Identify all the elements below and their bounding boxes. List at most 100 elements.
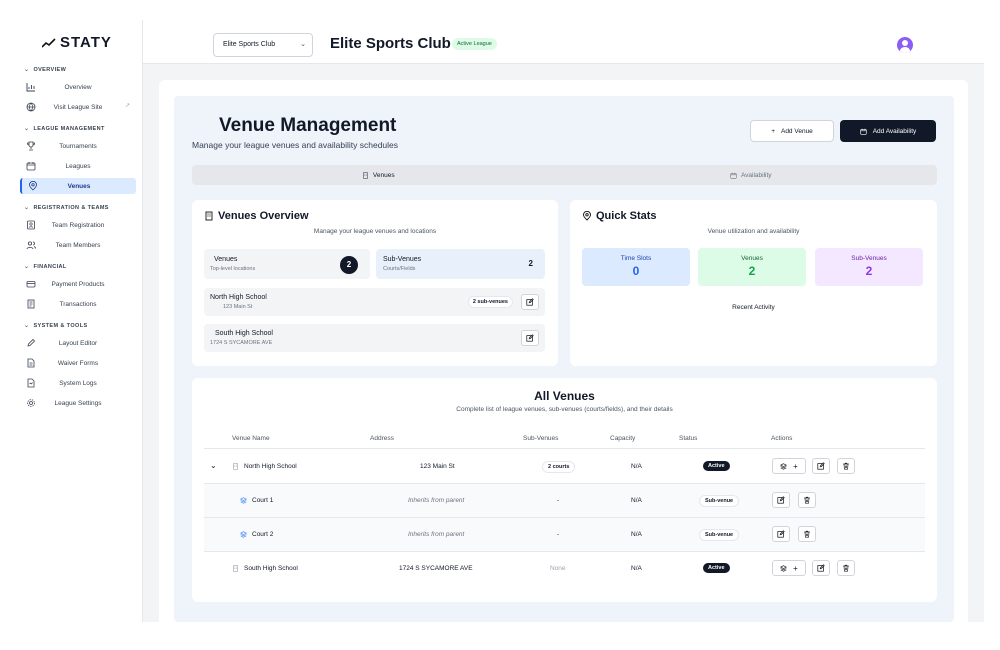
edit-button[interactable] bbox=[812, 560, 830, 576]
topbar: Elite Sports Club ⌄ Elite Sports Club Ac… bbox=[143, 20, 984, 64]
layers-icon bbox=[780, 462, 788, 470]
add-venue-button[interactable]: + Add Venue bbox=[750, 120, 834, 142]
venues-overview-card: Venues Overview Manage your league venue… bbox=[192, 200, 558, 366]
time-slots-stat: Time Slots 0 bbox=[582, 248, 690, 286]
edit-button[interactable] bbox=[521, 330, 539, 346]
expand-chevron-icon[interactable]: ⌄ bbox=[210, 461, 217, 470]
calendar-icon bbox=[860, 128, 867, 135]
page-subtitle: Manage your league venues and availabili… bbox=[192, 140, 399, 150]
status-badge: Active bbox=[703, 461, 730, 471]
chevron-down-icon: ⌄ bbox=[24, 205, 30, 211]
venues-overview-title: Venues Overview bbox=[204, 210, 309, 222]
list-item: North High School 123 Main St 2 sub-venu… bbox=[204, 288, 545, 316]
trash-icon bbox=[843, 462, 849, 470]
sidebar-item-payment-products[interactable]: Payment Products bbox=[20, 276, 136, 292]
table-row: South High School 1724 S SYCAMORE AVE No… bbox=[204, 552, 925, 586]
avatar-body bbox=[900, 47, 910, 53]
sidebar-item-leagues[interactable]: Leagues bbox=[20, 158, 136, 174]
section-system-tools[interactable]: ⌄ SYSTEM & TOOLS bbox=[24, 322, 88, 330]
map-pin-icon bbox=[583, 211, 591, 221]
sidebar: STATY ⌄ OVERVIEW Overview Visit League Si… bbox=[16, 20, 143, 622]
edit-button[interactable] bbox=[772, 492, 790, 508]
add-subvenue-button[interactable]: + bbox=[772, 458, 806, 474]
tab-venues[interactable]: Venues bbox=[192, 165, 565, 185]
avatar[interactable] bbox=[897, 37, 913, 53]
add-subvenue-button[interactable]: + bbox=[772, 560, 806, 576]
quick-stats-subtitle: Venue utilization and availability bbox=[707, 228, 800, 235]
layers-icon bbox=[240, 497, 247, 504]
sidebar-item-team-members[interactable]: Team Members bbox=[20, 237, 136, 253]
status-badge: Active bbox=[703, 563, 730, 573]
status-badge: Sub-venue bbox=[699, 529, 740, 541]
column-header: Sub-Venues bbox=[523, 435, 559, 442]
quick-stats-card: Quick Stats Venue utilization and availa… bbox=[570, 200, 937, 366]
edit-button[interactable] bbox=[812, 458, 830, 474]
sidebar-item-visit-site[interactable]: Visit League Site ↗ bbox=[20, 99, 136, 115]
chevron-down-icon: ⌄ bbox=[24, 67, 30, 73]
venues-count: 2 bbox=[340, 256, 358, 274]
section-registration[interactable]: ⌄ REGISTRATION & TEAMS bbox=[24, 204, 109, 212]
subvenues-count-box: Sub-Venues Courts/Fields 2 bbox=[376, 249, 545, 279]
page-title: Venue Management bbox=[219, 115, 397, 136]
column-header: Address bbox=[370, 435, 394, 442]
chevron-down-icon: ⌄ bbox=[24, 264, 30, 270]
edit-button[interactable] bbox=[521, 294, 539, 310]
recent-activity-heading: Recent Activity bbox=[732, 304, 775, 311]
logo-trend-icon bbox=[42, 37, 56, 48]
section-financial[interactable]: ⌄ FINANCIAL bbox=[24, 263, 67, 271]
table-row: ⌄ North High School 123 Main St 2 courts… bbox=[204, 450, 925, 484]
column-header: Venue Name bbox=[232, 435, 270, 442]
venues-overview-subtitle: Manage your league venues and locations bbox=[313, 228, 437, 235]
delete-button[interactable] bbox=[837, 560, 855, 576]
plus-icon: + bbox=[793, 461, 798, 471]
edit-button[interactable] bbox=[772, 526, 790, 542]
divider bbox=[204, 448, 925, 449]
sidebar-item-overview[interactable]: Overview bbox=[20, 79, 136, 95]
all-venues-subtitle: Complete list of league venues, sub-venu… bbox=[456, 406, 673, 413]
building-icon bbox=[205, 211, 213, 221]
add-availability-button[interactable]: Add Availability bbox=[840, 120, 936, 142]
app-frame: STATY ⌄ OVERVIEW Overview Visit League Si… bbox=[16, 20, 984, 622]
edit-icon bbox=[777, 496, 785, 504]
club-select[interactable]: Elite Sports Club ⌄ bbox=[213, 33, 313, 57]
building-icon bbox=[233, 463, 238, 470]
column-header: Status bbox=[679, 435, 698, 442]
sidebar-item-transactions[interactable]: Transactions bbox=[20, 296, 136, 312]
edit-icon bbox=[817, 564, 825, 572]
list-item: South High School 1724 S SYCAMORE AVE bbox=[204, 324, 545, 352]
delete-button[interactable] bbox=[798, 526, 816, 542]
tab-availability[interactable]: Availability bbox=[565, 165, 938, 185]
logo-text: STATY bbox=[60, 34, 112, 51]
chevron-down-icon: ⌄ bbox=[24, 126, 30, 132]
edit-icon bbox=[526, 334, 534, 342]
delete-button[interactable] bbox=[798, 492, 816, 508]
sidebar-item-league-settings[interactable]: League Settings bbox=[20, 395, 136, 411]
sidebar-item-layout-editor[interactable]: Layout Editor bbox=[20, 335, 136, 351]
delete-button[interactable] bbox=[837, 458, 855, 474]
table-row: Court 1 Inherits from parent - N/A Sub-v… bbox=[204, 484, 925, 518]
venues-count-box: Venues Top-level locations 2 bbox=[204, 249, 370, 279]
sidebar-item-system-logs[interactable]: System Logs bbox=[20, 375, 136, 391]
calendar-icon bbox=[730, 172, 737, 179]
layers-icon bbox=[240, 531, 247, 538]
building-icon bbox=[233, 565, 238, 572]
building-icon bbox=[363, 171, 368, 179]
edit-icon bbox=[777, 530, 785, 538]
sidebar-item-team-registration[interactable]: Team Registration bbox=[20, 217, 136, 233]
logo[interactable]: STATY bbox=[42, 34, 112, 51]
status-badge: Sub-venue bbox=[699, 495, 740, 507]
trash-icon bbox=[804, 496, 810, 504]
view-tabs: Venues Availability bbox=[192, 165, 937, 185]
trash-icon bbox=[804, 530, 810, 538]
sidebar-item-waiver-forms[interactable]: Waiver Forms bbox=[20, 355, 136, 371]
section-overview[interactable]: ⌄ OVERVIEW bbox=[24, 66, 66, 74]
section-league-management[interactable]: ⌄ LEAGUE MANAGEMENT bbox=[24, 125, 105, 133]
sidebar-item-tournaments[interactable]: Tournaments bbox=[20, 138, 136, 154]
avatar-head bbox=[902, 40, 908, 46]
sidebar-item-venues[interactable]: Venues bbox=[20, 178, 136, 194]
column-header: Actions bbox=[771, 435, 793, 442]
trash-icon bbox=[843, 564, 849, 572]
content-panel: Venue Management Manage your league venu… bbox=[174, 96, 954, 622]
plus-icon: + bbox=[771, 127, 775, 135]
status-badge: Active League bbox=[452, 38, 497, 50]
